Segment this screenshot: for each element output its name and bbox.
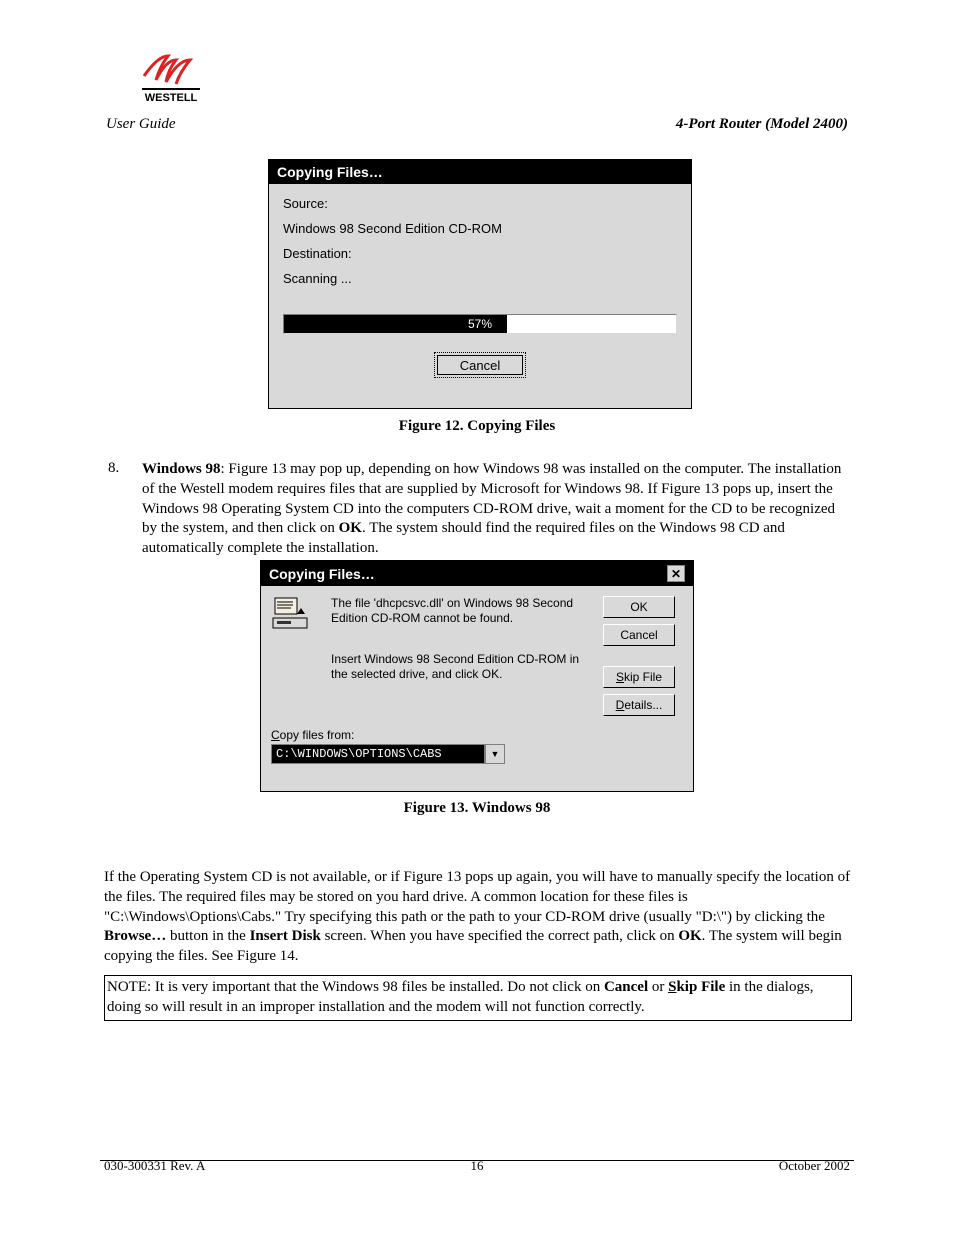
cancel-button[interactable]: Cancel — [434, 352, 526, 378]
copy-from-combo[interactable]: C:\WINDOWS\OPTIONS\CABS ▼ — [271, 744, 595, 764]
para-b: button in the — [166, 928, 249, 944]
destination-label: Destination: — [283, 246, 677, 261]
details-button[interactable]: Details... — [603, 694, 675, 716]
step-number: 8. — [108, 460, 119, 477]
dialog2-title-text: Copying Files… — [269, 566, 375, 582]
skip-file-button[interactable]: Skip File — [603, 666, 675, 688]
note-pre: NOTE: It is very important that the Wind… — [107, 979, 604, 995]
paragraph-cd-unavailable: If the Operating System CD is not availa… — [104, 868, 852, 967]
chevron-down-icon[interactable]: ▼ — [485, 744, 505, 764]
figure13-caption: Figure 13. Windows 98 — [0, 800, 954, 817]
destination-value: Scanning ... — [283, 271, 677, 286]
copy-from-row: Copy files from: C:\WINDOWS\OPTIONS\CABS… — [271, 728, 595, 764]
copy-from-label: Copy files from: — [271, 728, 595, 742]
para-insertdisk: Insert Disk — [250, 928, 321, 944]
page: WESTELL User Guide 4-Port Router (Model … — [0, 0, 954, 1235]
para-browse: Browse… — [104, 928, 166, 944]
dialog-copying-progress: Copying Files… Source: Windows 98 Second… — [268, 159, 692, 409]
dialog1-titlebar: Copying Files… — [269, 160, 691, 184]
dialog2-titlebar: Copying Files… ✕ — [261, 561, 693, 586]
dialog2-body: The file 'dhcpcsvc.dll' on Windows 98 Se… — [261, 586, 693, 772]
source-label: Source: — [283, 196, 677, 211]
note-box: NOTE: It is very important that the Wind… — [104, 975, 852, 1021]
source-value: Windows 98 Second Edition CD-ROM — [283, 221, 677, 236]
figure12-caption: Figure 12. Copying Files — [0, 418, 954, 435]
dialog1-body: Source: Windows 98 Second Edition CD-ROM… — [269, 184, 691, 388]
progress-text: 57% — [284, 315, 676, 333]
close-icon[interactable]: ✕ — [667, 565, 685, 582]
header-user-guide: User Guide — [106, 116, 176, 133]
step-ok: OK — [339, 520, 362, 536]
note-cancel: Cancel — [604, 979, 648, 995]
para-ok: OK — [678, 928, 701, 944]
step-body: Windows 98: Figure 13 may pop up, depend… — [142, 460, 850, 559]
dialog2-msg1: The file 'dhcpcsvc.dll' on Windows 98 Se… — [331, 596, 595, 646]
dialog-copying-error: Copying Files… ✕ The file 'dhcpcsvc.dl — [260, 560, 694, 792]
para-a: If the Operating System CD is not availa… — [104, 869, 850, 925]
copy-from-value[interactable]: C:\WINDOWS\OPTIONS\CABS — [271, 744, 485, 764]
progress-bar: 57% — [283, 314, 677, 334]
footer-right: October 2002 — [779, 1158, 850, 1174]
ok-button[interactable]: OK — [603, 596, 675, 618]
header-model: 4-Port Router (Model 2400) — [676, 116, 848, 133]
note-skip: Skip File — [668, 979, 725, 995]
svg-text:WESTELL: WESTELL — [145, 92, 198, 104]
cancel-button-2[interactable]: Cancel — [603, 624, 675, 646]
step-lead: Windows 98 — [142, 461, 221, 477]
dialog2-msg2: Insert Windows 98 Second Edition CD-ROM … — [331, 652, 595, 716]
drive-icon — [271, 596, 311, 632]
para-c: screen. When you have specified the corr… — [321, 928, 679, 944]
westell-logo: WESTELL — [138, 52, 204, 104]
note-or: or — [648, 979, 668, 995]
dialog1-title-text: Copying Files… — [277, 164, 383, 180]
